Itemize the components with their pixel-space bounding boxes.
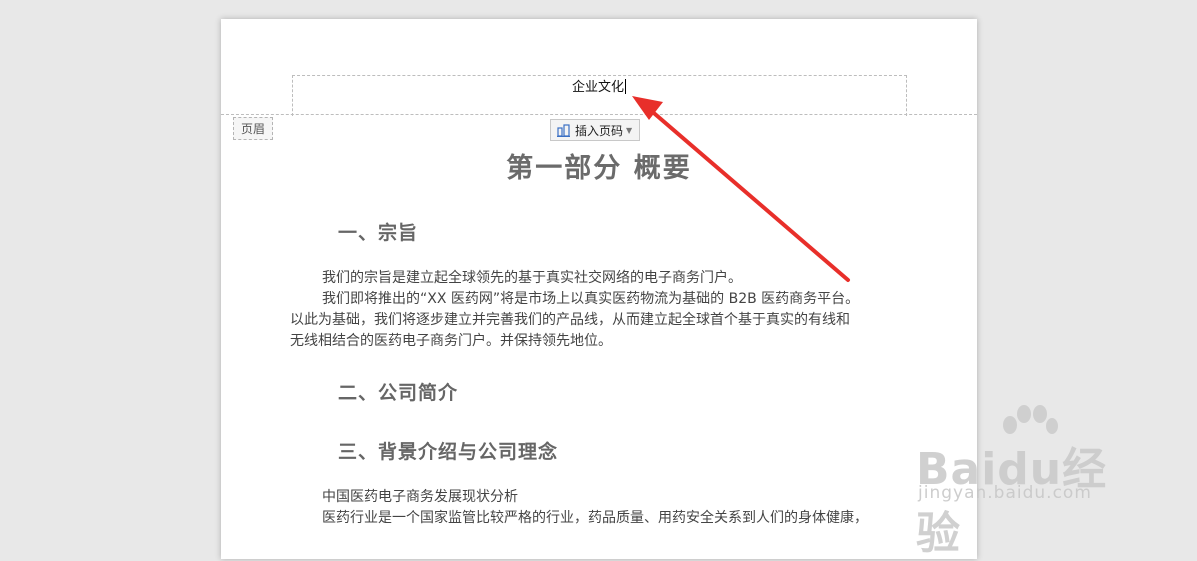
- baidu-jingyan-watermark: Baidu经验 jingyan.baidu.com: [916, 403, 1136, 559]
- watermark-url: jingyan.baidu.com: [918, 483, 1092, 503]
